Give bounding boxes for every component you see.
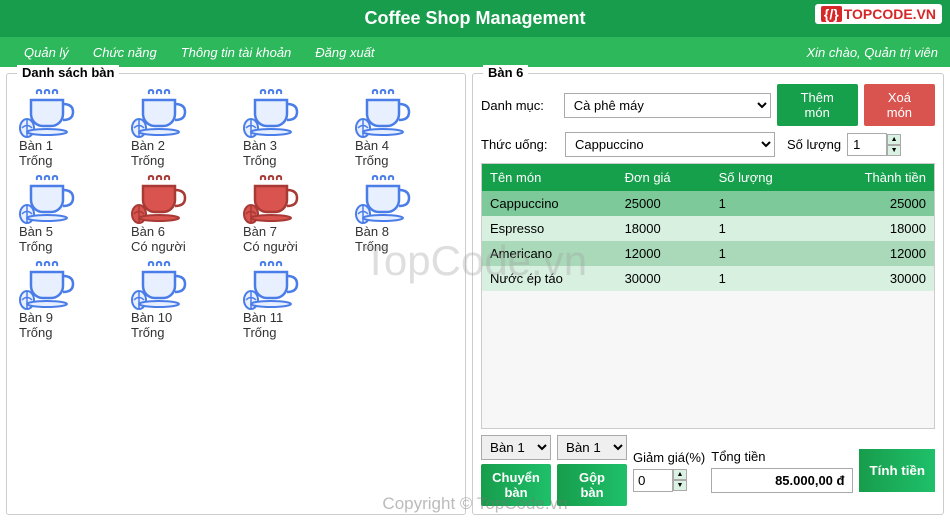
drink-select[interactable]: Cappuccino xyxy=(565,132,775,157)
coffee-cup-icon xyxy=(19,174,117,224)
table-item-1[interactable]: Bàn 1 Trống xyxy=(19,88,117,168)
table-status: Trống xyxy=(19,153,117,168)
table-row[interactable]: Cappuccino25000125000 xyxy=(482,191,934,216)
table-item-4[interactable]: Bàn 4 Trống xyxy=(355,88,453,168)
table-list-panel: Danh sách bàn Bàn 1 Trống Bàn 2 Trống Bà… xyxy=(6,73,466,515)
remove-item-button[interactable]: Xoá món xyxy=(864,84,935,126)
quantity-stepper[interactable]: ▲ ▼ xyxy=(847,133,901,156)
coffee-cup-icon xyxy=(243,260,341,310)
table-item-6[interactable]: Bàn 6 Có người xyxy=(131,174,229,254)
table-name: Bàn 7 xyxy=(243,224,341,239)
menu-item-0[interactable]: Quản lý xyxy=(12,45,81,60)
add-item-button[interactable]: Thêm món xyxy=(777,84,858,126)
coffee-cup-icon xyxy=(19,88,117,138)
table-item-7[interactable]: Bàn 7 Có người xyxy=(243,174,341,254)
table-row[interactable]: Espresso18000118000 xyxy=(482,216,934,241)
coffee-cup-icon xyxy=(243,88,341,138)
coffee-cup-icon xyxy=(19,260,117,310)
welcome-text: Xin chào, Quản trị viên xyxy=(806,45,938,60)
column-header[interactable]: Số lượng xyxy=(711,164,817,191)
quantity-label: Số lượng xyxy=(787,137,841,152)
coffee-cup-icon xyxy=(131,88,229,138)
order-panel: Bàn 6 Danh mục: Cà phê máy Thêm món Xoá … xyxy=(472,73,944,515)
table-item-9[interactable]: Bàn 9 Trống xyxy=(19,260,117,340)
coffee-cup-icon xyxy=(355,88,453,138)
column-header[interactable]: Thành tiền xyxy=(817,164,934,191)
table-item-5[interactable]: Bàn 5 Trống xyxy=(19,174,117,254)
table-name: Bàn 6 xyxy=(131,224,229,239)
total-label: Tổng tiền xyxy=(711,449,853,464)
menu-bar: Quản lýChức năngThông tin tài khoảnĐăng … xyxy=(0,37,950,67)
table-name: Bàn 4 xyxy=(355,138,453,153)
table-item-8[interactable]: Bàn 8 Trống xyxy=(355,174,453,254)
discount-down-button[interactable]: ▼ xyxy=(673,480,687,491)
menu-item-1[interactable]: Chức năng xyxy=(81,45,169,60)
order-panel-title: Bàn 6 xyxy=(483,65,528,80)
coffee-cup-icon xyxy=(131,174,229,224)
table-status: Trống xyxy=(131,325,229,340)
table-name: Bàn 3 xyxy=(243,138,341,153)
category-select[interactable]: Cà phê máy xyxy=(564,93,771,118)
drink-label: Thức uống: xyxy=(481,137,559,152)
menu-item-2[interactable]: Thông tin tài khoản xyxy=(169,45,304,60)
table-item-11[interactable]: Bàn 11 Trống xyxy=(243,260,341,340)
table-status: Có người xyxy=(131,239,229,254)
coffee-cup-icon xyxy=(355,174,453,224)
table-status: Có người xyxy=(243,239,341,254)
table-status: Trống xyxy=(243,325,341,340)
table-name: Bàn 5 xyxy=(19,224,117,239)
table-name: Bàn 10 xyxy=(131,310,229,325)
merge-table-button[interactable]: Gộp bàn xyxy=(557,464,627,506)
discount-stepper[interactable]: ▲ ▼ xyxy=(633,469,705,492)
table-name: Bàn 1 xyxy=(19,138,117,153)
quantity-input[interactable] xyxy=(847,133,887,156)
title-bar: Coffee Shop Management {/}TOPCODE.VN xyxy=(0,0,950,37)
table-row[interactable]: Nước ép táo30000130000 xyxy=(482,266,934,291)
move-from-select[interactable]: Bàn 1 xyxy=(481,435,551,460)
coffee-cup-icon xyxy=(131,260,229,310)
discount-input[interactable] xyxy=(633,469,673,492)
move-to-select[interactable]: Bàn 1 xyxy=(557,435,627,460)
table-name: Bàn 11 xyxy=(243,310,341,325)
logo: {/}TOPCODE.VN xyxy=(815,4,942,24)
table-status: Trống xyxy=(355,239,453,254)
qty-up-button[interactable]: ▲ xyxy=(887,134,901,145)
column-header[interactable]: Tên món xyxy=(482,164,617,191)
app-title: Coffee Shop Management xyxy=(364,8,585,28)
table-status: Trống xyxy=(243,153,341,168)
menu-item-3[interactable]: Đăng xuất xyxy=(303,45,386,60)
table-row[interactable]: Americano12000112000 xyxy=(482,241,934,266)
table-name: Bàn 8 xyxy=(355,224,453,239)
table-list-title: Danh sách bàn xyxy=(17,65,119,80)
table-name: Bàn 2 xyxy=(131,138,229,153)
column-header[interactable]: Đơn giá xyxy=(617,164,711,191)
table-status: Trống xyxy=(131,153,229,168)
category-label: Danh mục: xyxy=(481,98,558,113)
calculate-button[interactable]: Tính tiền xyxy=(859,449,935,492)
table-item-2[interactable]: Bàn 2 Trống xyxy=(131,88,229,168)
table-status: Trống xyxy=(355,153,453,168)
table-status: Trống xyxy=(19,239,117,254)
total-value: 85.000,00 đ xyxy=(711,468,853,493)
table-name: Bàn 9 xyxy=(19,310,117,325)
coffee-cup-icon xyxy=(243,174,341,224)
move-table-button[interactable]: Chuyển bàn xyxy=(481,464,551,506)
discount-label: Giảm giá(%) xyxy=(633,450,705,465)
qty-down-button[interactable]: ▼ xyxy=(887,145,901,156)
table-status: Trống xyxy=(19,325,117,340)
table-item-10[interactable]: Bàn 10 Trống xyxy=(131,260,229,340)
table-item-3[interactable]: Bàn 3 Trống xyxy=(243,88,341,168)
order-table[interactable]: Tên mónĐơn giáSố lượngThành tiền Cappucc… xyxy=(481,163,935,429)
discount-up-button[interactable]: ▲ xyxy=(673,469,687,480)
